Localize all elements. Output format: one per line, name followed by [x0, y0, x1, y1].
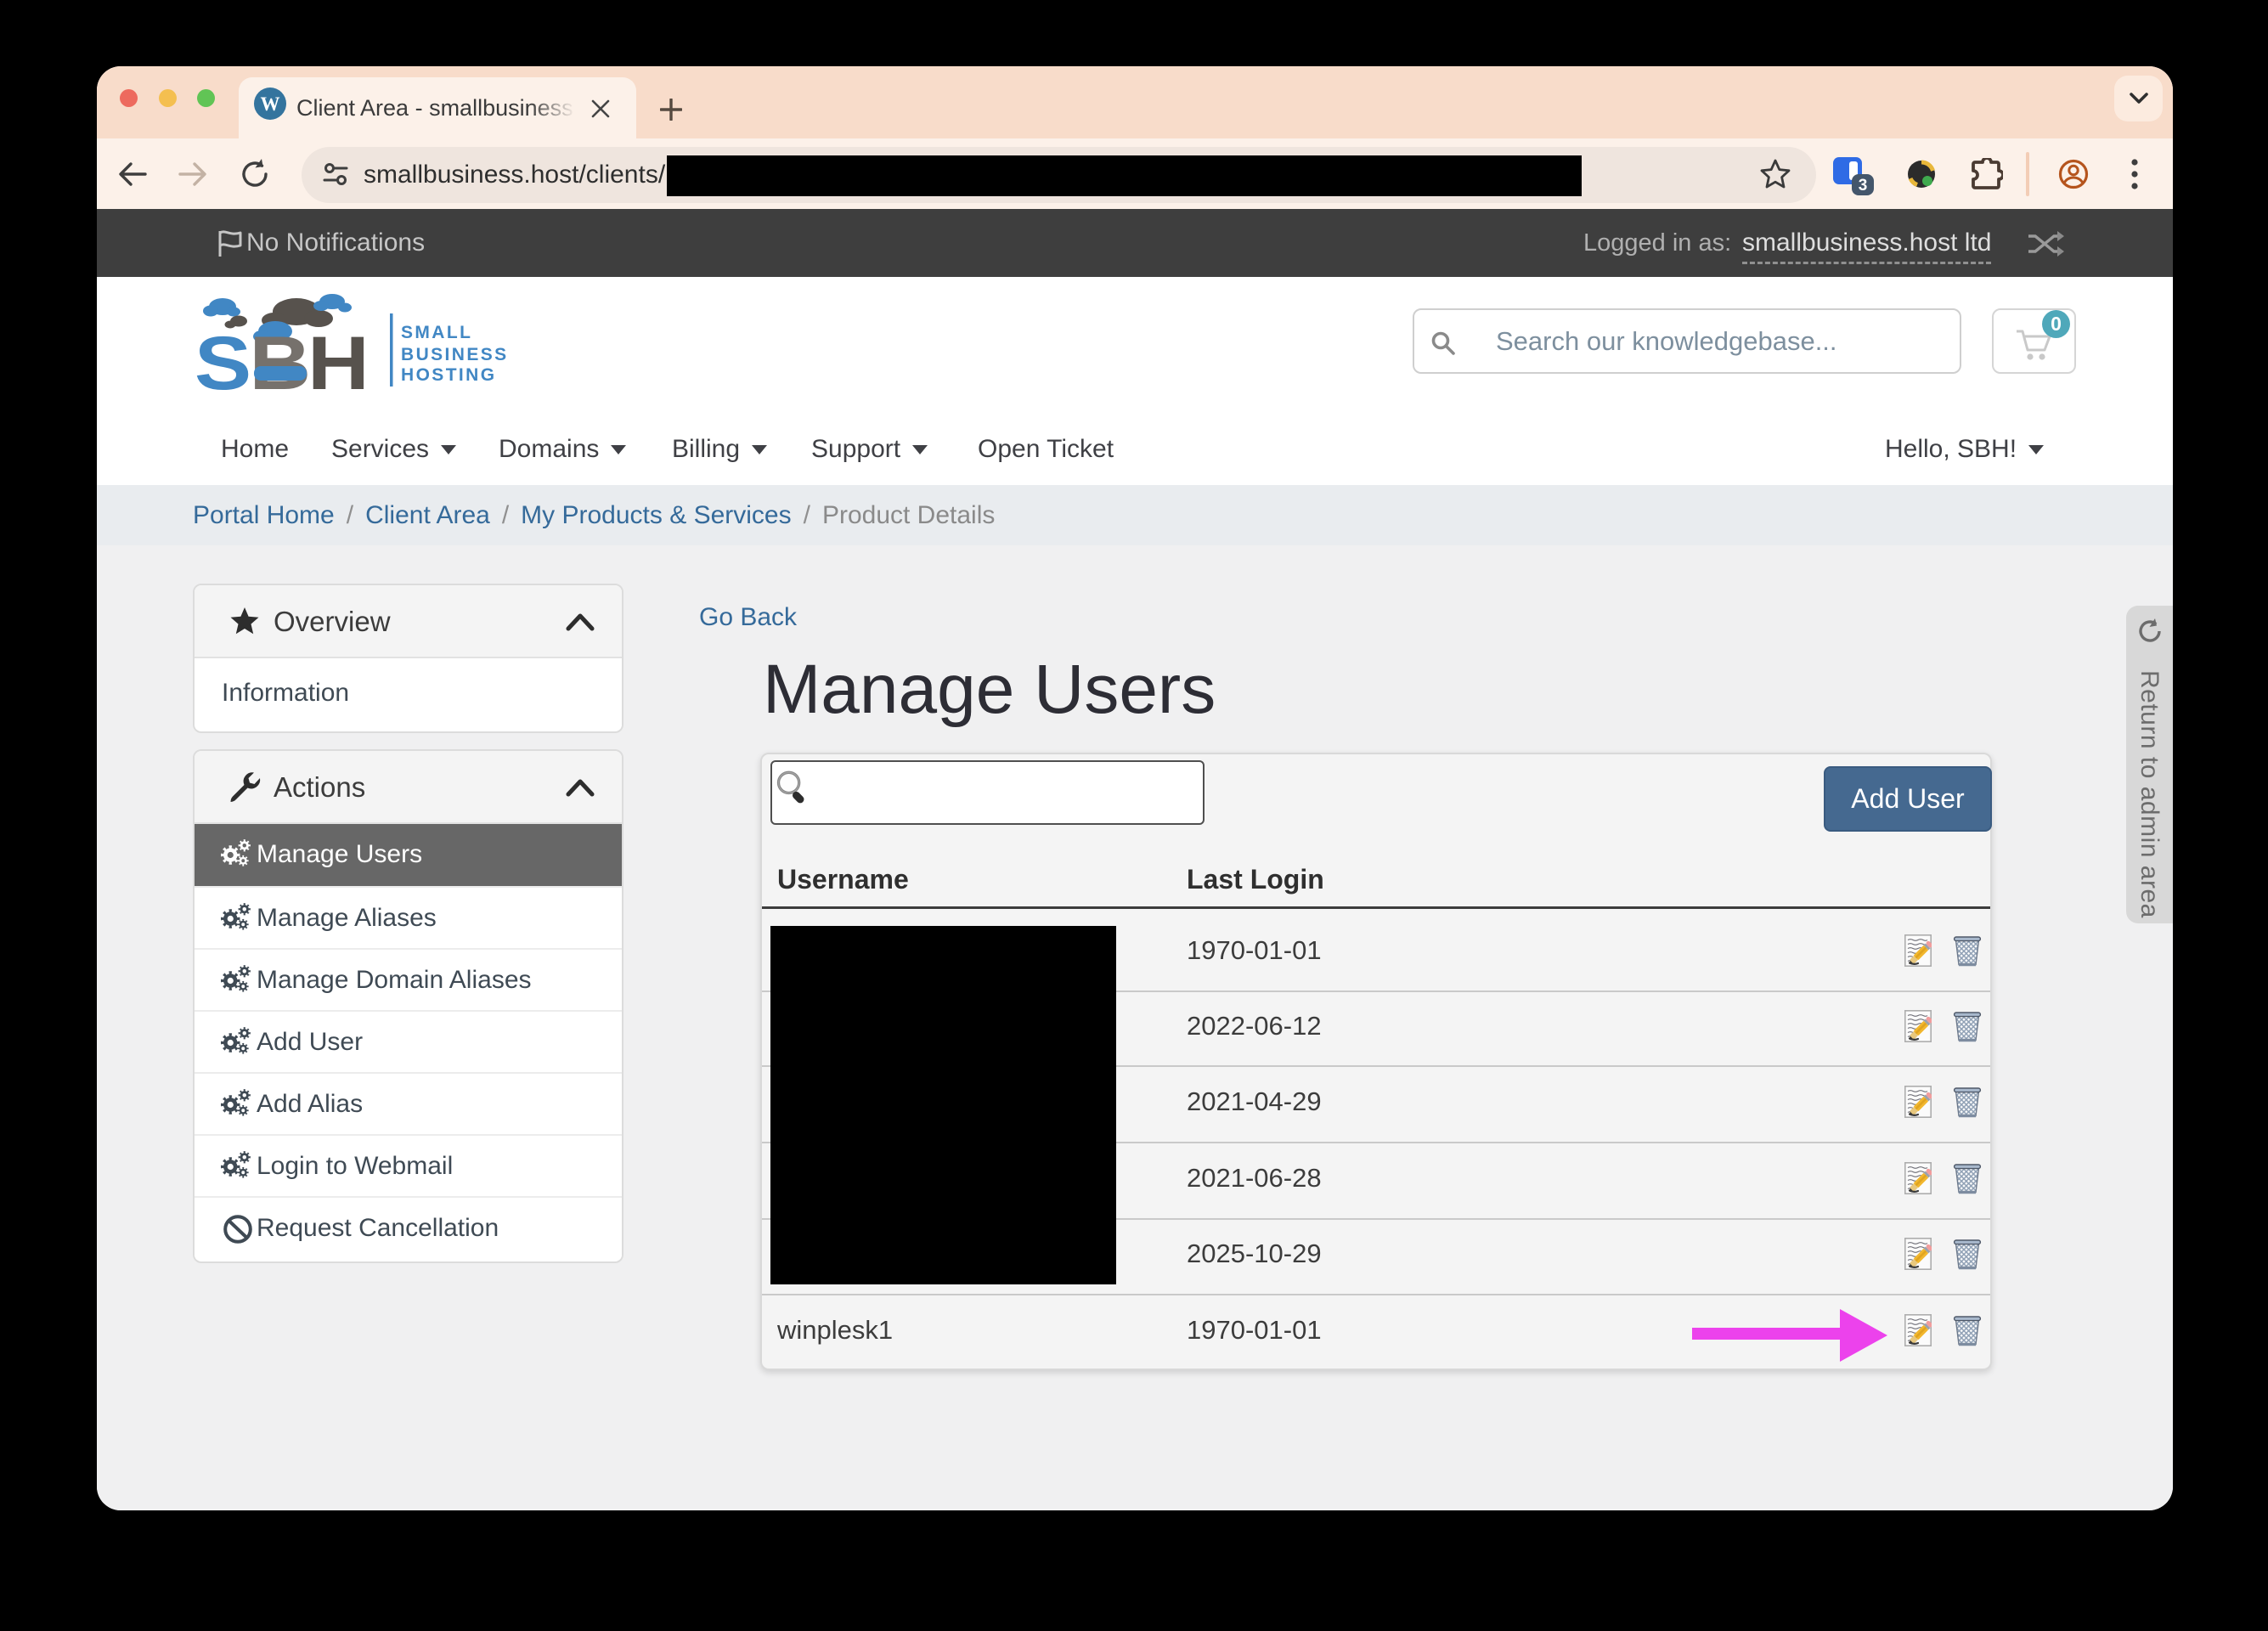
- svg-text:HOSTING: HOSTING: [401, 365, 496, 385]
- svg-text:BUSINESS: BUSINESS: [401, 345, 509, 364]
- svg-text:SMALL: SMALL: [401, 323, 472, 342]
- svg-text:W: W: [261, 93, 280, 115]
- svg-text:S: S: [196, 321, 249, 396]
- svg-text:H: H: [307, 321, 367, 396]
- svg-text:3: 3: [1859, 177, 1868, 195]
- svg-text:B: B: [249, 321, 308, 396]
